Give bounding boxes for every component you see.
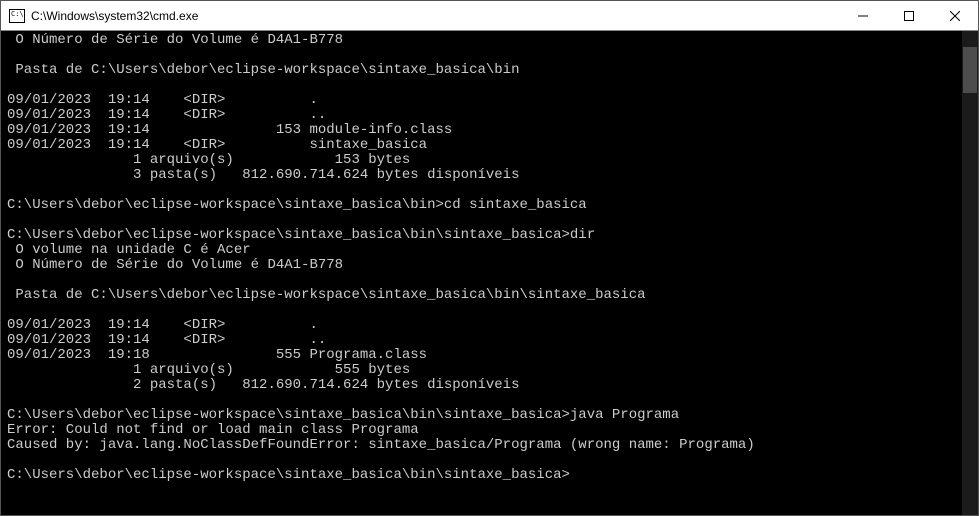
terminal-line: C:\Users\debor\eclipse-workspace\sintaxe… <box>7 228 960 243</box>
terminal-line: 09/01/2023 19:14 <DIR> sintaxe_basica <box>7 138 960 153</box>
terminal-line: 09/01/2023 19:14 <DIR> . <box>7 93 960 108</box>
terminal-line: 1 arquivo(s) 153 bytes <box>7 153 960 168</box>
terminal-line: 09/01/2023 19:18 555 Programa.class <box>7 348 960 363</box>
terminal-line: 1 arquivo(s) 555 bytes <box>7 363 960 378</box>
terminal-line: Pasta de C:\Users\debor\eclipse-workspac… <box>7 63 960 78</box>
maximize-button[interactable] <box>886 1 932 31</box>
terminal-line <box>7 78 960 93</box>
close-button[interactable] <box>932 1 978 31</box>
maximize-icon <box>904 11 914 21</box>
terminal-line: O Número de Série do Volume é D4A1-B778 <box>7 33 960 48</box>
titlebar[interactable]: C:\Windows\system32\cmd.exe <box>1 1 978 31</box>
terminal-line <box>7 273 960 288</box>
close-icon <box>950 11 960 21</box>
terminal-line <box>7 393 960 408</box>
scrollbar-thumb[interactable] <box>963 47 977 93</box>
terminal-line: Error: Could not find or load main class… <box>7 423 960 438</box>
terminal-line <box>7 303 960 318</box>
terminal-line: 09/01/2023 19:14 153 module-info.class <box>7 123 960 138</box>
cmd-icon <box>9 9 25 23</box>
terminal-line <box>7 48 960 63</box>
cmd-window: C:\Windows\system32\cmd.exe O Número de … <box>0 0 979 516</box>
terminal-line: C:\Users\debor\eclipse-workspace\sintaxe… <box>7 468 960 483</box>
terminal-line: 09/01/2023 19:14 <DIR> . <box>7 318 960 333</box>
terminal-line: 2 pasta(s) 812.690.714.624 bytes disponí… <box>7 378 960 393</box>
terminal-line: 09/01/2023 19:14 <DIR> .. <box>7 108 960 123</box>
terminal-line: 3 pasta(s) 812.690.714.624 bytes disponí… <box>7 168 960 183</box>
terminal-line: O Número de Série do Volume é D4A1-B778 <box>7 258 960 273</box>
terminal-line: 09/01/2023 19:14 <DIR> .. <box>7 333 960 348</box>
minimize-icon <box>858 11 868 21</box>
terminal-line: Pasta de C:\Users\debor\eclipse-workspac… <box>7 288 960 303</box>
terminal-line: O volume na unidade C é Acer <box>7 243 960 258</box>
window-title: C:\Windows\system32\cmd.exe <box>31 9 198 23</box>
terminal-line: Caused by: java.lang.NoClassDefFoundErro… <box>7 438 960 453</box>
terminal-line <box>7 453 960 468</box>
scrollbar[interactable] <box>962 31 978 515</box>
terminal-line: C:\Users\debor\eclipse-workspace\sintaxe… <box>7 408 960 423</box>
terminal-line <box>7 183 960 198</box>
terminal-line: C:\Users\debor\eclipse-workspace\sintaxe… <box>7 198 960 213</box>
terminal-output[interactable]: O Número de Série do Volume é D4A1-B778 … <box>1 31 962 515</box>
minimize-button[interactable] <box>840 1 886 31</box>
terminal-line <box>7 213 960 228</box>
terminal-area: O Número de Série do Volume é D4A1-B778 … <box>1 31 978 515</box>
